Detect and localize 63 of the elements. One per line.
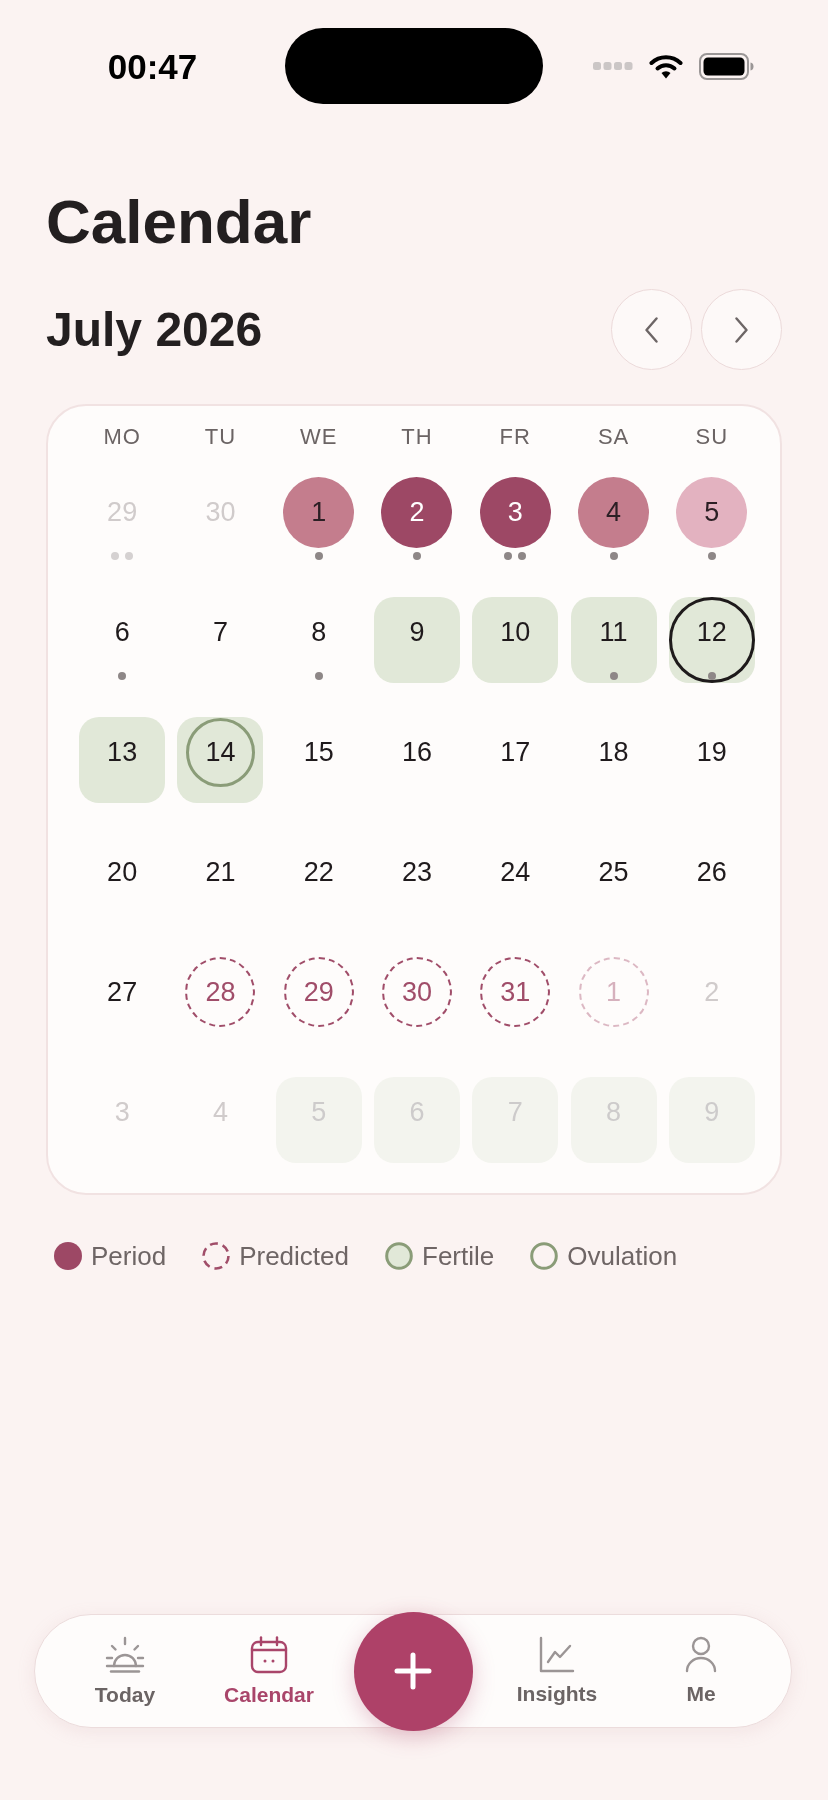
battery-icon <box>699 52 754 80</box>
person-icon <box>685 1636 717 1673</box>
calendar-day[interactable]: 19 <box>696 738 727 766</box>
weekday-label: WE <box>299 423 338 451</box>
fertile-day[interactable]: 12 <box>668 597 755 683</box>
chevron-left-icon <box>645 316 658 343</box>
nav-tab[interactable]: Calendar <box>224 1635 314 1707</box>
calendar-day[interactable]: 20 <box>107 858 138 886</box>
weekday-label: MO <box>103 423 141 451</box>
calendar-day[interactable]: 17 <box>500 738 531 766</box>
legend-label: Fertile <box>422 1240 495 1273</box>
weekday-label: SA <box>597 423 630 451</box>
fertile-day[interactable]: 10 <box>472 597 559 683</box>
predicted-marker-icon <box>202 1242 231 1270</box>
nav-tab[interactable]: Today <box>94 1635 156 1707</box>
calendar-day[interactable]: 8 <box>311 618 327 646</box>
fertile-marker-icon <box>385 1242 413 1270</box>
predicted-day[interactable]: 31 <box>480 957 551 1027</box>
month-title: July 2026 <box>46 305 263 354</box>
calendar-day[interactable]: 27 <box>107 978 138 1006</box>
ovulation-day[interactable]: 14 <box>177 717 264 803</box>
period-day[interactable]: 1 <box>283 476 355 548</box>
period-day[interactable]: 4 <box>578 476 650 548</box>
weekday-label: TU <box>204 423 237 451</box>
sunrise-icon <box>105 1635 145 1674</box>
fertile-day[interactable]: 11 <box>570 597 657 683</box>
signal-icon <box>593 62 633 70</box>
weekday-label: FR <box>499 423 531 451</box>
weekday-label: SU <box>695 423 729 451</box>
status-time: 00:47 <box>107 48 198 84</box>
line-chart-icon <box>539 1636 575 1673</box>
calendar-day[interactable]: 15 <box>303 738 334 766</box>
calendar-icon <box>250 1635 288 1674</box>
weekday-label: TH <box>401 423 433 451</box>
period-marker-icon <box>54 1242 82 1270</box>
calendar-day[interactable]: 6 <box>114 618 130 646</box>
predicted-day[interactable]: 29 <box>283 957 354 1027</box>
calendar-day[interactable]: 16 <box>401 738 432 766</box>
calendar-day[interactable]: 24 <box>500 858 531 886</box>
nav-tab[interactable]: Insights <box>516 1636 598 1706</box>
wifi-icon <box>649 53 683 79</box>
period-day[interactable]: 3 <box>479 476 551 548</box>
legend-label: Ovulation <box>567 1240 678 1273</box>
legend-label: Predicted <box>239 1240 349 1273</box>
chevron-right-icon <box>735 316 748 343</box>
plus-icon <box>394 1652 432 1690</box>
nav-tab[interactable]: Me <box>685 1636 717 1706</box>
period-day[interactable]: 2 <box>381 476 453 548</box>
calendar-day[interactable]: 26 <box>696 858 727 886</box>
period-day[interactable]: 5 <box>676 476 748 548</box>
calendar-day[interactable]: 23 <box>401 858 432 886</box>
calendar-day[interactable]: 18 <box>598 738 629 766</box>
calendar-day[interactable]: 25 <box>598 858 629 886</box>
calendar-day[interactable]: 21 <box>205 858 236 886</box>
page-title: Calendar <box>46 186 312 258</box>
legend-label: Period <box>91 1240 167 1273</box>
predicted-day[interactable]: 30 <box>382 957 452 1027</box>
predicted-day[interactable]: 28 <box>185 957 256 1027</box>
ovulation-marker-icon <box>530 1242 559 1270</box>
calendar-day[interactable]: 7 <box>212 618 228 646</box>
fertile-day[interactable]: 13 <box>79 717 166 803</box>
fertile-day[interactable]: 9 <box>374 597 460 683</box>
calendar-day[interactable]: 22 <box>303 858 334 886</box>
